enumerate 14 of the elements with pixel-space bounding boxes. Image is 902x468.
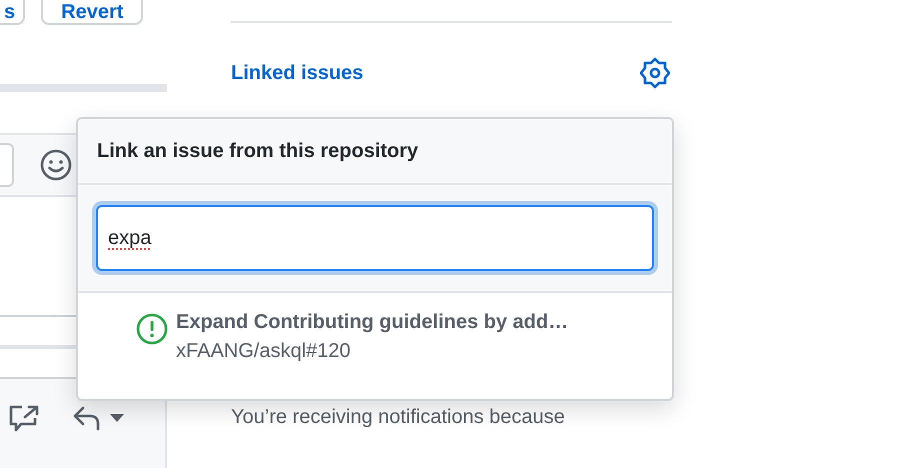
toolbar-button[interactable]: Revert bbox=[41, 0, 144, 25]
comment-link-icon[interactable] bbox=[8, 404, 40, 432]
issue-title: Expand Contributing guidelines by add… bbox=[176, 311, 568, 334]
search-field[interactable]: expa bbox=[96, 205, 654, 271]
issue-reference: xFAANG/askql#120 bbox=[176, 340, 352, 363]
popup-title: Link an issue from this repository bbox=[97, 140, 418, 162]
section-title[interactable]: Linked issues bbox=[231, 62, 364, 84]
toolbar-button[interactable]: s bbox=[0, 0, 26, 25]
issue-result[interactable]: Expand Contributing guidelines by add… xFAANG/askql#120 bbox=[78, 293, 672, 399]
smiley-icon[interactable] bbox=[40, 149, 72, 181]
caret-icon[interactable] bbox=[110, 414, 124, 422]
reply-icon[interactable] bbox=[72, 404, 102, 430]
settings-icon[interactable] bbox=[640, 57, 670, 89]
notification-text: You’re receiving notifications because bbox=[231, 406, 566, 429]
